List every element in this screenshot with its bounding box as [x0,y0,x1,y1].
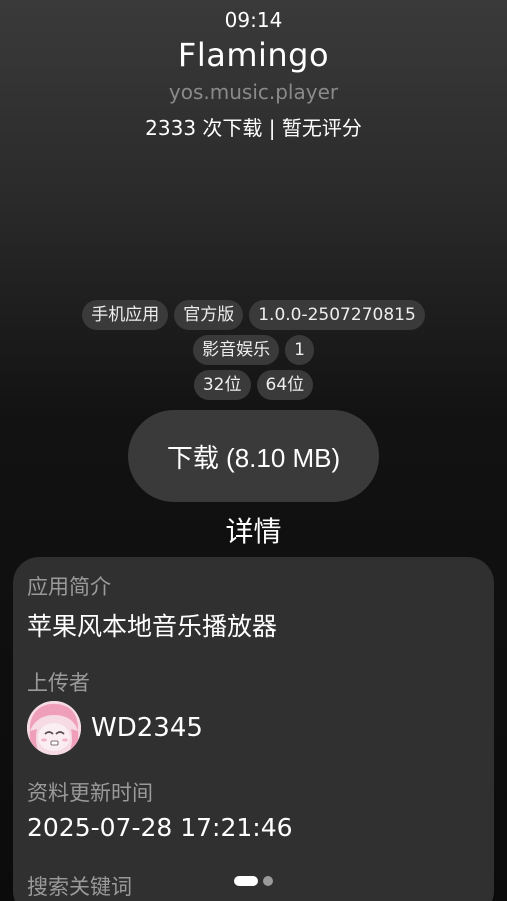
app-package-name: yos.music.player [168,80,339,104]
app-download-stats: 2333 次下载 | 暂无评分 [145,116,362,140]
uploader-label: 上传者 [27,671,90,695]
tag-row-2: 影音娱乐 1 [0,335,507,365]
tag-row-3: 32位 64位 [0,370,507,400]
page-dot[interactable] [263,876,273,886]
tag-chip-genre[interactable]: 影音娱乐 [193,335,280,365]
page-dot-active[interactable] [234,876,258,886]
tag-chip-arch-32[interactable]: 32位 [193,370,251,400]
tag-chip-count[interactable]: 1 [285,335,314,365]
app-title: Flamingo [177,36,330,74]
uploader-row[interactable]: WD2345 [27,701,203,755]
details-card: 应用简介 苹果风本地音乐播放器 上传者 WD2345 资料更新时间 2025-0… [13,557,494,901]
uploader-name[interactable]: WD2345 [91,713,203,743]
tag-chip-edition[interactable]: 官方版 [174,300,244,330]
tag-chip-category[interactable]: 手机应用 [82,300,169,330]
status-time: 09:14 [224,8,283,32]
description-label: 应用简介 [27,575,111,599]
download-button[interactable]: 下载 (8.10 MB) [128,410,379,502]
tag-chip-arch-64[interactable]: 64位 [256,370,314,400]
description-value: 苹果风本地音乐播放器 [27,612,278,641]
tag-row-1: 手机应用 官方版 1.0.0-2507270815 [0,300,507,330]
details-heading: 详情 [225,515,282,548]
updated-time-value: 2025-07-28 17:21:46 [27,813,293,842]
tag-chip-version[interactable]: 1.0.0-2507270815 [249,300,425,330]
updated-time-label: 资料更新时间 [27,781,153,805]
page-indicator [0,876,507,886]
avatar[interactable] [27,701,81,755]
